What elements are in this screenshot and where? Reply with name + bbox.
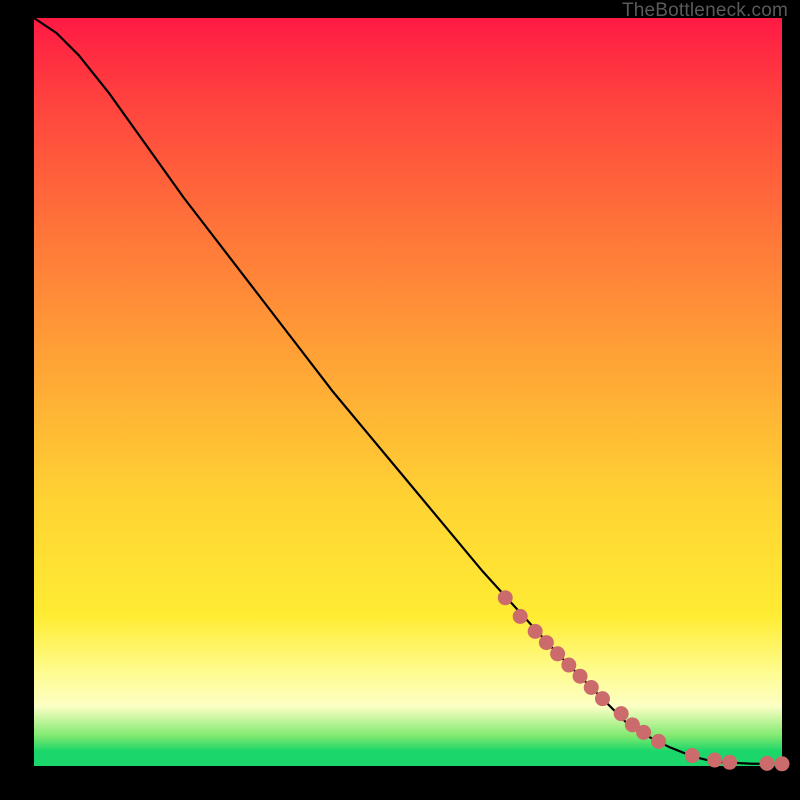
data-marker: [539, 636, 553, 650]
chart-container: TheBottleneck.com: [0, 0, 800, 800]
marker-group: [498, 591, 789, 771]
data-marker: [562, 658, 576, 672]
data-marker: [652, 734, 666, 748]
data-marker: [637, 725, 651, 739]
data-marker: [685, 749, 699, 763]
data-marker: [708, 753, 722, 767]
data-marker: [760, 756, 774, 770]
data-marker: [723, 755, 737, 769]
data-marker: [775, 757, 789, 771]
data-marker: [573, 669, 587, 683]
data-marker: [551, 647, 565, 661]
data-marker: [498, 591, 512, 605]
data-marker: [595, 692, 609, 706]
data-marker: [528, 624, 542, 638]
attribution-text: TheBottleneck.com: [622, 0, 788, 22]
data-marker: [614, 707, 628, 721]
plot-svg: [34, 18, 782, 766]
curve-line: [34, 18, 782, 764]
data-marker: [584, 680, 598, 694]
data-marker: [513, 609, 527, 623]
